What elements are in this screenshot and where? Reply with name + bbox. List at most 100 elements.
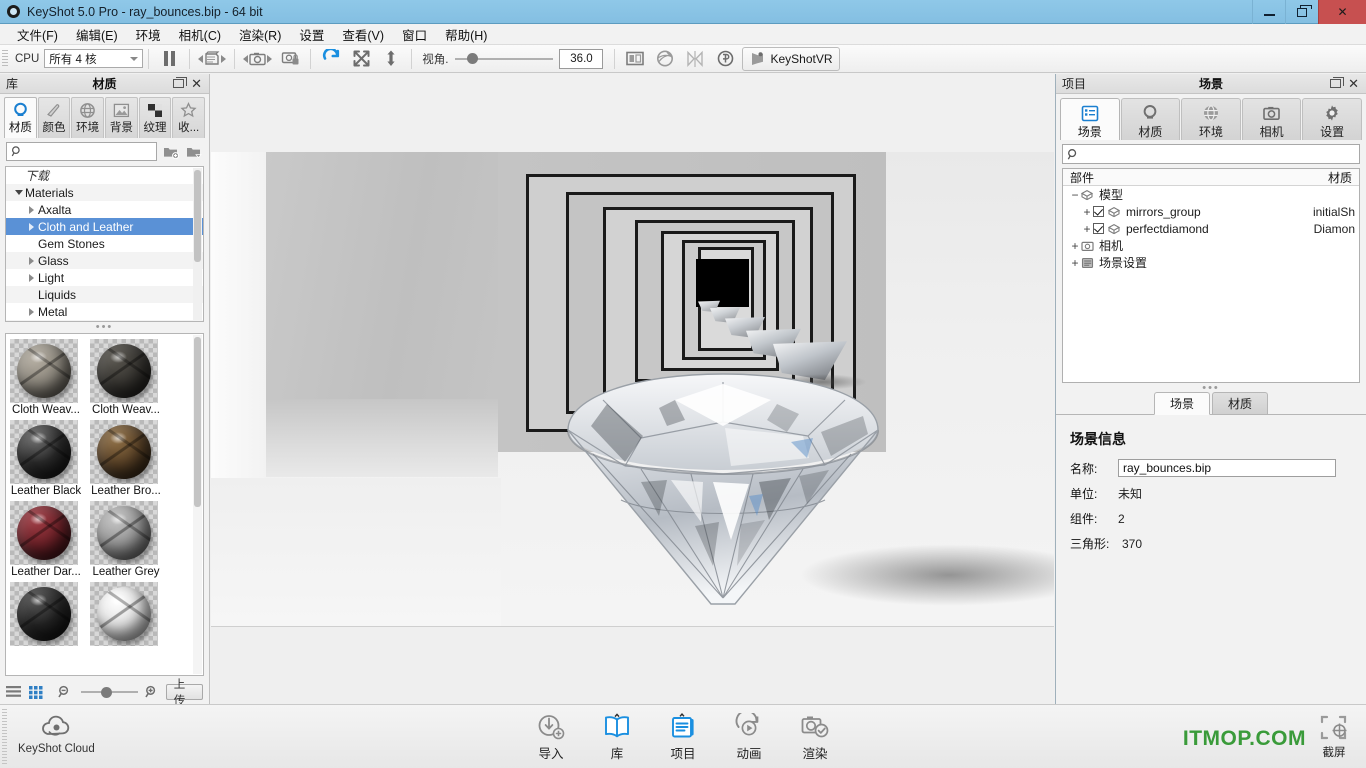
close-button[interactable]: ✕ xyxy=(1318,0,1366,24)
project-tab-settings[interactable]: 设置 xyxy=(1302,98,1362,140)
bottom-item-library[interactable]: 库 xyxy=(592,711,642,762)
library-tab-textures[interactable]: 纹理 xyxy=(139,97,172,138)
folder-options-button[interactable] xyxy=(185,144,203,160)
render-viewport[interactable] xyxy=(211,74,1054,704)
material-item[interactable]: Leather Grey xyxy=(90,501,162,578)
collapse-icon[interactable]: − xyxy=(1069,189,1081,201)
material-item[interactable]: Leather Bro... xyxy=(90,420,162,497)
scene-info-name-input[interactable]: ray_bounces.bip xyxy=(1118,459,1336,477)
tree-item-gem-stones[interactable]: Gem Stones xyxy=(6,235,203,252)
twisty-closed-icon[interactable] xyxy=(25,308,38,316)
bottom-item-project[interactable]: 项目 xyxy=(658,711,708,762)
bottom-item-import[interactable]: 导入 xyxy=(526,711,576,762)
refresh-button[interactable] xyxy=(318,47,344,71)
material-item[interactable]: Leather Dar... xyxy=(10,501,82,578)
project-tab-materials[interactable]: 材质 xyxy=(1121,98,1181,140)
mirror-button[interactable] xyxy=(682,47,708,71)
material-grid-scrollbar[interactable] xyxy=(193,335,202,674)
project-search-box[interactable] xyxy=(1062,144,1360,164)
library-tab-environment[interactable]: 环境 xyxy=(71,97,104,138)
project-tab-environment[interactable]: 环境 xyxy=(1181,98,1241,140)
material-item[interactable]: Leather Black xyxy=(10,420,82,497)
visibility-checkbox[interactable] xyxy=(1093,206,1104,217)
tree-item-glass[interactable]: Glass xyxy=(6,252,203,269)
library-close-icon[interactable]: ✕ xyxy=(191,79,202,88)
library-tab-colors[interactable]: 颜色 xyxy=(38,97,71,138)
visibility-checkbox[interactable] xyxy=(1093,223,1104,234)
menu-camera[interactable]: 相机(C) xyxy=(170,23,230,46)
expand-icon[interactable]: + xyxy=(1081,223,1093,235)
scene-tree-row-model[interactable]: − 模型 xyxy=(1063,186,1359,203)
tree-item-cloth-and-leather[interactable]: Cloth and Leather xyxy=(6,218,203,235)
menu-edit[interactable]: 编辑(E) xyxy=(67,23,127,46)
scene-tree-row-perfectdiamond[interactable]: + perfectdiamond Diamon xyxy=(1063,220,1359,237)
fullscreen-button[interactable] xyxy=(348,47,374,71)
tree-item-axalta[interactable]: Axalta xyxy=(6,201,203,218)
scene-tree-row-mirrors-group[interactable]: + mirrors_group initialSh xyxy=(1063,203,1359,220)
fov-slider[interactable] xyxy=(455,58,553,60)
menu-help[interactable]: 帮助(H) xyxy=(436,23,496,46)
snapshot-button[interactable]: 截屏 xyxy=(1308,713,1360,760)
scrollbar-thumb[interactable] xyxy=(194,170,201,262)
tree-item-miscellaneous[interactable]: Miscellaneous xyxy=(6,320,203,322)
expand-icon[interactable]: + xyxy=(1069,257,1081,269)
grid-view-button[interactable] xyxy=(28,685,44,700)
keyshotvr-mode-button[interactable] xyxy=(712,47,738,71)
menu-settings[interactable]: 设置 xyxy=(290,23,333,46)
tree-item-materials[interactable]: Materials xyxy=(6,184,203,201)
tree-item-downloads[interactable]: 下载 xyxy=(6,167,203,184)
menu-environment[interactable]: 环境 xyxy=(127,23,170,46)
3d-scene[interactable] xyxy=(211,74,1054,626)
upload-button[interactable]: 上传 xyxy=(166,684,203,700)
twisty-closed-icon[interactable] xyxy=(25,274,38,282)
project-tab-camera[interactable]: 相机 xyxy=(1242,98,1302,140)
fov-value-input[interactable]: 36.0 xyxy=(559,49,603,69)
scrollbar-thumb[interactable] xyxy=(194,337,201,507)
twisty-closed-icon[interactable] xyxy=(25,206,38,214)
project-close-icon[interactable]: ✕ xyxy=(1348,79,1359,88)
library-tab-favorites[interactable]: 收... xyxy=(172,97,205,138)
cpu-cores-dropdown[interactable]: 所有 4 核 xyxy=(44,49,143,68)
twisty-closed-icon[interactable] xyxy=(25,223,38,231)
library-undock-icon[interactable] xyxy=(173,79,184,88)
library-search-input[interactable] xyxy=(26,146,156,158)
scene-tree-row-camera[interactable]: + 相机 xyxy=(1063,237,1359,254)
list-view-button[interactable] xyxy=(6,685,22,700)
subtab-material[interactable]: 材质 xyxy=(1212,392,1268,414)
project-splitter-handle[interactable]: ••• xyxy=(1056,383,1366,395)
library-tab-materials[interactable]: 材质 xyxy=(4,97,37,138)
project-search-input[interactable] xyxy=(1082,148,1359,160)
model-set-button[interactable] xyxy=(197,47,227,71)
tree-item-metal[interactable]: Metal xyxy=(6,303,203,320)
material-item[interactable]: Cloth Weav... xyxy=(90,339,162,416)
slider-knob[interactable] xyxy=(467,53,478,64)
menu-render[interactable]: 渲染(R) xyxy=(230,23,290,46)
menu-view[interactable]: 查看(V) xyxy=(333,23,393,46)
bottom-item-animation[interactable]: 动画 xyxy=(724,711,774,762)
scene-tree[interactable]: 部件 材质 − 模型 + mirrors_group initialSh xyxy=(1062,168,1360,383)
expand-icon[interactable]: + xyxy=(1069,240,1081,252)
material-item[interactable] xyxy=(10,582,82,647)
zoom-out-button[interactable] xyxy=(57,685,73,700)
library-tree-scrollbar[interactable] xyxy=(193,168,202,320)
library-search-box[interactable] xyxy=(6,142,157,161)
menu-file[interactable]: 文件(F) xyxy=(8,23,67,46)
project-tab-scene[interactable]: 场景 xyxy=(1060,98,1120,140)
camera-set-button[interactable] xyxy=(242,47,273,71)
menu-window[interactable]: 窗口 xyxy=(393,23,436,46)
library-tree[interactable]: 下载 Materials Axalta Cloth and Leather Ge… xyxy=(5,166,204,322)
material-item[interactable] xyxy=(90,582,162,647)
pause-render-button[interactable] xyxy=(156,47,182,71)
move-down-button[interactable] xyxy=(378,47,404,71)
material-graph-button[interactable] xyxy=(652,47,678,71)
keyshotvr-button[interactable]: KeyShotVR xyxy=(742,47,839,71)
split-view-button[interactable] xyxy=(622,47,648,71)
expand-icon[interactable]: + xyxy=(1081,206,1093,218)
bottom-item-render[interactable]: 渲染 xyxy=(790,711,840,762)
minimize-button[interactable] xyxy=(1252,0,1285,24)
zoom-in-button[interactable] xyxy=(144,685,160,700)
project-undock-icon[interactable] xyxy=(1330,79,1341,88)
toolbar-grip[interactable] xyxy=(2,50,8,68)
material-item[interactable]: Cloth Weav... xyxy=(10,339,82,416)
main-diamond[interactable] xyxy=(563,370,883,606)
